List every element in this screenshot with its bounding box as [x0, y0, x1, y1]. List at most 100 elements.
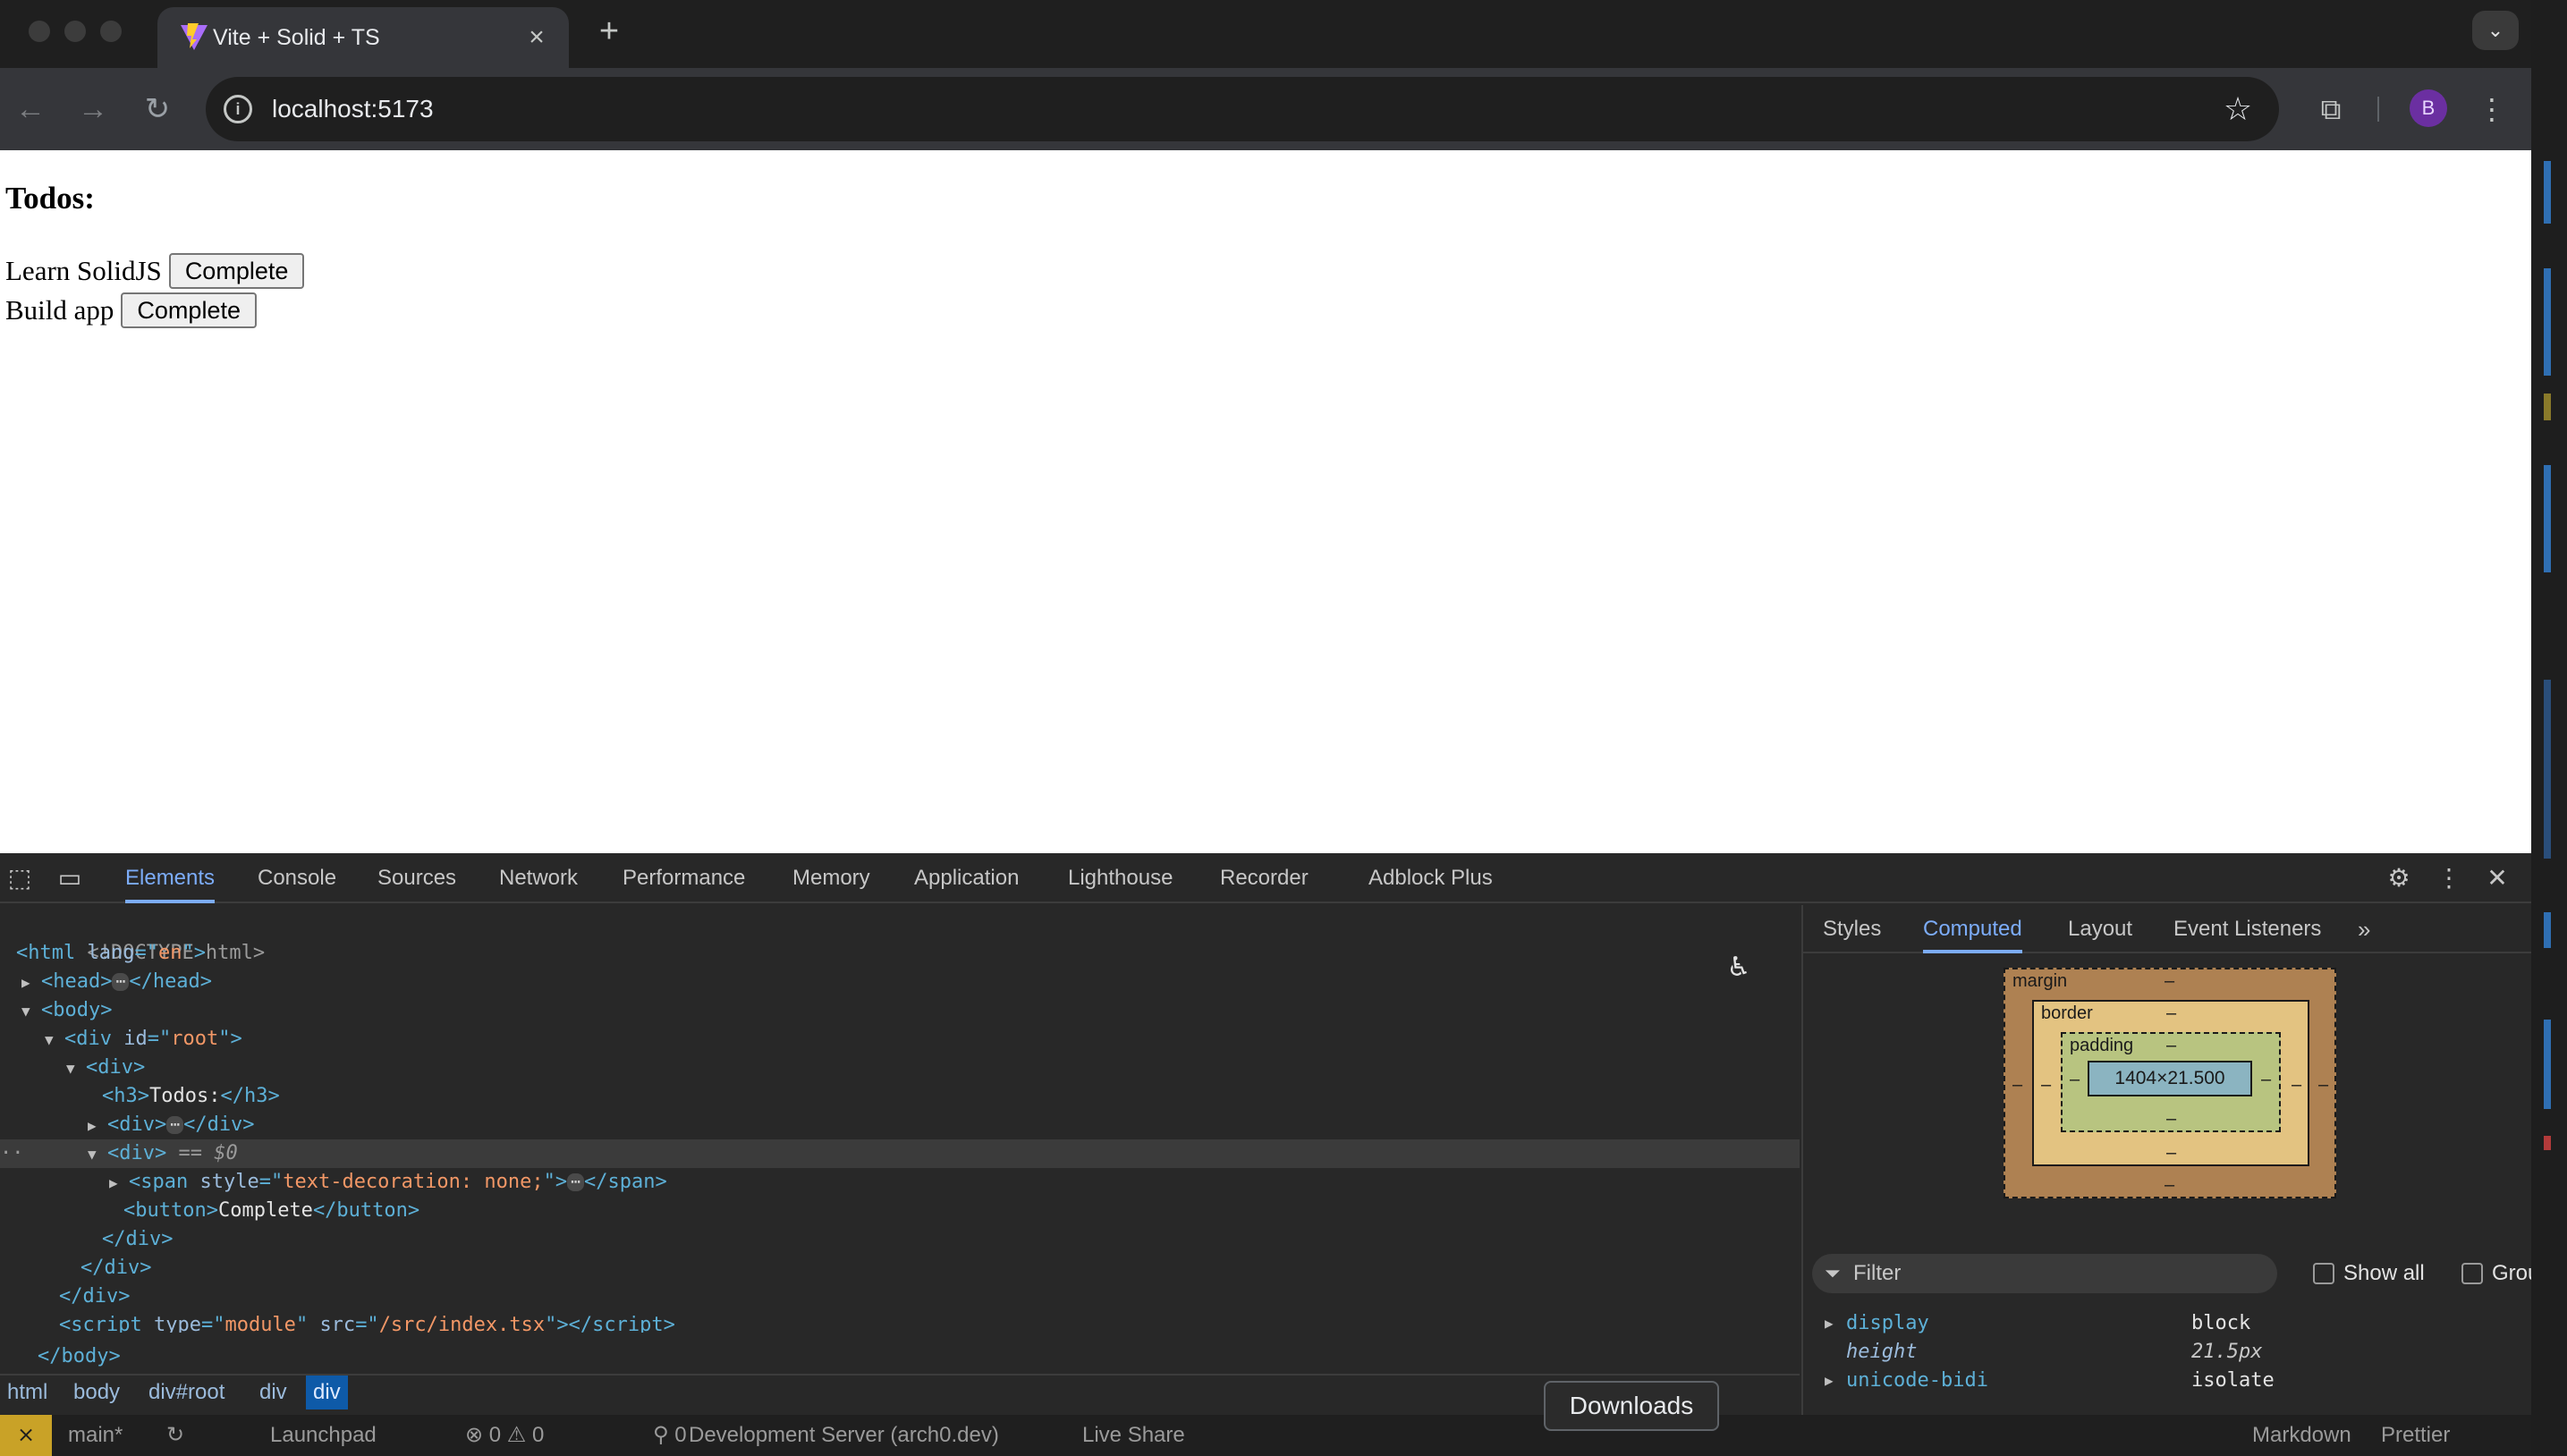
- accessibility-tree-icon[interactable]: ♿: [1721, 950, 1757, 986]
- dom-node-doctype[interactable]: <!DOCTYPE html>: [0, 910, 1800, 964]
- breadcrumb-div-selected[interactable]: div: [306, 1376, 348, 1409]
- devtools-tab-console[interactable]: Console: [258, 853, 336, 903]
- breadcrumb-html[interactable]: html: [0, 1376, 55, 1409]
- padding-top-value[interactable]: –: [2166, 1036, 2176, 1056]
- address-url[interactable]: localhost:5173: [272, 77, 434, 141]
- extensions-puzzle-icon[interactable]: ⧉: [2309, 88, 2352, 131]
- padding-right-value[interactable]: –: [2261, 1070, 2271, 1090]
- dom-node-span[interactable]: ▶ <span style="text-decoration: none;"> ⋯ <…: [0, 1168, 1800, 1197]
- border-left-value[interactable]: –: [2041, 1075, 2051, 1096]
- devtools-menu-kebab-icon[interactable]: ⋮: [2433, 862, 2465, 894]
- dom-node-div-close[interactable]: </div>: [0, 1225, 1800, 1254]
- address-bar[interactable]: i localhost:5173 ☆: [206, 77, 2279, 141]
- dom-node-html[interactable]: <html lang="en">: [0, 939, 1800, 968]
- browser-tab-active[interactable]: Vite + Solid + TS ×: [157, 7, 569, 68]
- devtools-settings-gear-icon[interactable]: ⚙: [2383, 862, 2415, 894]
- window-minimize-dot[interactable]: [64, 21, 86, 42]
- complete-button[interactable]: Complete: [121, 292, 257, 328]
- status-live-share[interactable]: Live Share: [1082, 1415, 1185, 1456]
- dom-node-h3[interactable]: <h3>Todos:</h3>: [0, 1082, 1800, 1111]
- dom-node-body[interactable]: ▼ <body>: [0, 996, 1800, 1025]
- computed-property-row[interactable]: height 21.5px: [1825, 1338, 2522, 1367]
- collapsed-ellipsis-icon[interactable]: ⋯: [567, 1173, 584, 1191]
- devtools-tab-adblock-plus[interactable]: Adblock Plus: [1368, 853, 1493, 903]
- status-ports[interactable]: ⚲ 0: [653, 1415, 687, 1456]
- dom-node-div-close[interactable]: </div>: [0, 1254, 1800, 1282]
- expand-triangle-icon[interactable]: ▶: [109, 1169, 129, 1198]
- expand-triangle-icon[interactable]: ▶: [88, 1112, 107, 1140]
- dom-node-div-collapsed[interactable]: ▶ <div> ⋯ </div>: [0, 1111, 1800, 1139]
- collapsed-ellipsis-icon[interactable]: ⋯: [166, 1116, 184, 1134]
- padding-left-value[interactable]: –: [2070, 1070, 2080, 1090]
- dom-node-body-close[interactable]: </body>: [0, 1342, 1800, 1372]
- border-top-value[interactable]: –: [2166, 1003, 2176, 1024]
- complete-button[interactable]: Complete: [168, 253, 305, 289]
- devtools-close-icon[interactable]: ✕: [2481, 862, 2513, 894]
- devtools-tab-network[interactable]: Network: [499, 853, 578, 903]
- dom-node-div[interactable]: ▼ <div>: [0, 1054, 1800, 1082]
- tab-close-icon[interactable]: ×: [521, 21, 553, 54]
- dom-node-div-selected[interactable]: ·· ▼ <div> == $0: [0, 1139, 1800, 1168]
- collapse-triangle-icon[interactable]: ▼: [21, 997, 41, 1026]
- site-info-icon[interactable]: i: [224, 95, 252, 123]
- script-src-link[interactable]: /src/index.tsx: [379, 1314, 545, 1333]
- back-arrow-icon[interactable]: ←: [9, 88, 52, 131]
- devtools-tab-elements[interactable]: Elements: [125, 853, 216, 903]
- side-tab-styles[interactable]: Styles: [1823, 905, 1881, 953]
- collapsed-ellipsis-icon[interactable]: ⋯: [112, 973, 130, 991]
- box-model-content-size[interactable]: 1404×21.500: [2088, 1061, 2252, 1096]
- sync-icon[interactable]: ↻: [166, 1415, 184, 1456]
- profile-avatar[interactable]: B: [2410, 89, 2447, 127]
- breadcrumb-div-root[interactable]: div#root: [141, 1376, 232, 1409]
- remote-indicator-icon[interactable]: ⨯: [0, 1415, 52, 1456]
- computed-property-row[interactable]: ▶ display block: [1825, 1309, 2522, 1338]
- dom-tree[interactable]: <!DOCTYPE html> <html lang="en"> ▶ <head>…: [0, 905, 1800, 1333]
- padding-bottom-value[interactable]: –: [2166, 1109, 2176, 1130]
- show-all-checkbox[interactable]: [2313, 1263, 2334, 1284]
- expand-triangle-icon[interactable]: ▶: [1825, 1309, 1834, 1338]
- dom-node-div-close[interactable]: </div>: [0, 1282, 1800, 1311]
- collapse-triangle-icon[interactable]: ▼: [45, 1026, 64, 1054]
- margin-top-value[interactable]: –: [2165, 971, 2174, 992]
- breadcrumb-body[interactable]: body: [66, 1376, 127, 1409]
- device-toolbar-icon[interactable]: ▭: [54, 862, 86, 894]
- dom-node-script[interactable]: <script type="module" src="/src/index.ts…: [0, 1311, 1800, 1333]
- devtools-tab-recorder[interactable]: Recorder: [1220, 853, 1309, 903]
- computed-filter[interactable]: ⏷: [1812, 1254, 2277, 1293]
- window-zoom-dot[interactable]: [100, 21, 122, 42]
- status-problems[interactable]: ⊗ 0 ⚠ 0: [465, 1415, 544, 1456]
- side-tab-computed[interactable]: Computed: [1923, 905, 2022, 953]
- border-right-value[interactable]: –: [2292, 1075, 2301, 1096]
- computed-filter-input[interactable]: [1853, 1257, 2265, 1290]
- computed-property-row[interactable]: ▶ unicode-bidi isolate: [1825, 1367, 2522, 1395]
- margin-bottom-value[interactable]: –: [2165, 1175, 2174, 1196]
- side-tab-event-listeners[interactable]: Event Listeners: [2173, 905, 2321, 953]
- breadcrumb-div[interactable]: div: [252, 1376, 294, 1409]
- margin-left-value[interactable]: –: [2012, 1075, 2022, 1096]
- devtools-tab-sources[interactable]: Sources: [377, 853, 456, 903]
- status-prettier[interactable]: Prettier: [2381, 1415, 2450, 1456]
- forward-arrow-icon[interactable]: →: [72, 88, 114, 131]
- devtools-tab-application[interactable]: Application: [914, 853, 1019, 903]
- browser-menu-kebab-icon[interactable]: ⋮: [2470, 88, 2513, 131]
- more-tabs-chevron-icon[interactable]: »: [2358, 905, 2370, 953]
- dom-node-root[interactable]: ▼ <div id="root">: [0, 1025, 1800, 1054]
- expand-triangle-icon[interactable]: ▶: [21, 969, 41, 997]
- dom-node-head[interactable]: ▶ <head> ⋯ </head>: [0, 968, 1800, 996]
- bookmark-star-icon[interactable]: ☆: [2216, 88, 2259, 131]
- dom-node-button[interactable]: <button>Complete</button>: [0, 1197, 1800, 1225]
- new-tab-icon[interactable]: +: [590, 13, 628, 50]
- tab-search-chevron-icon[interactable]: ⌄: [2472, 11, 2519, 50]
- status-branch[interactable]: main*: [68, 1415, 123, 1456]
- collapse-triangle-icon[interactable]: ▼: [66, 1054, 86, 1083]
- side-tab-layout[interactable]: Layout: [2068, 905, 2132, 953]
- inspect-element-icon[interactable]: ⬚: [4, 862, 36, 894]
- devtools-tab-memory[interactable]: Memory: [792, 853, 870, 903]
- expand-triangle-icon[interactable]: ▶: [1825, 1367, 1834, 1395]
- group-checkbox[interactable]: [2461, 1263, 2483, 1284]
- border-bottom-value[interactable]: –: [2166, 1143, 2176, 1164]
- reload-icon[interactable]: ↻: [136, 88, 179, 131]
- status-language[interactable]: Markdown: [2252, 1415, 2351, 1456]
- status-launchpad[interactable]: Launchpad: [270, 1415, 377, 1456]
- collapse-triangle-icon[interactable]: ▼: [88, 1140, 107, 1169]
